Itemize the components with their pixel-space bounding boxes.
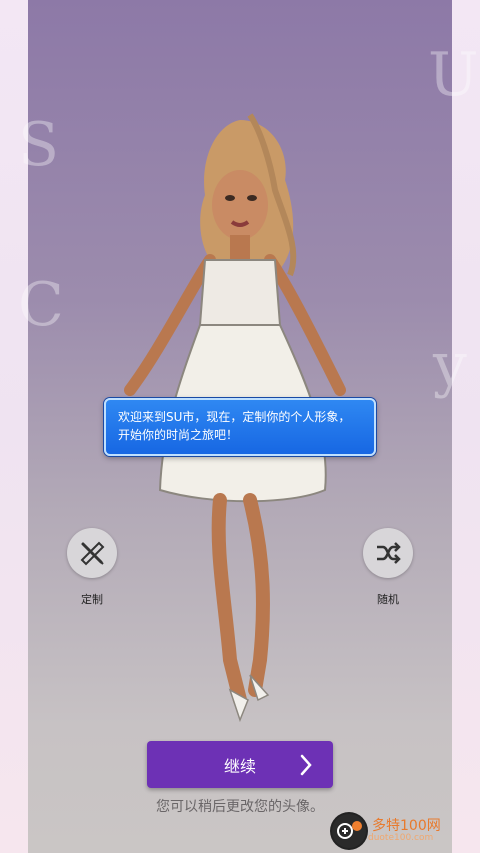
decor-letter: U: [428, 40, 479, 110]
ruler-pencil-icon: [80, 541, 105, 566]
welcome-message: 欢迎来到SU市，现在，定制你的个人形象，开始你的时尚之旅吧！: [118, 410, 351, 442]
random-button[interactable]: [363, 528, 413, 578]
watermark: 多特100网 duote100.com: [330, 812, 441, 850]
watermark-logo-icon: [330, 812, 368, 850]
welcome-dialog: 欢迎来到SU市，现在，定制你的个人形象，开始你的时尚之旅吧！: [104, 398, 376, 456]
decor-letter: S: [18, 110, 60, 180]
shuffle-icon: [377, 542, 401, 564]
customize-label: 定制: [81, 593, 103, 606]
watermark-text: 多特100网: [372, 818, 441, 834]
avatar-creation-screen: S U C y 欢迎来到SU市，现在，定制你的个人形象，开始你的时尚之旅吧！ 定…: [0, 0, 480, 853]
decor-letter: y: [433, 330, 467, 400]
continue-label: 继续: [223, 756, 256, 776]
customize-button[interactable]: [67, 528, 117, 578]
continue-button[interactable]: 继续: [147, 741, 333, 788]
decor-letter: C: [18, 270, 64, 340]
watermark-subtext: duote100.com: [368, 833, 434, 843]
chevron-right-icon: [300, 754, 312, 776]
random-label: 随机: [377, 593, 399, 606]
